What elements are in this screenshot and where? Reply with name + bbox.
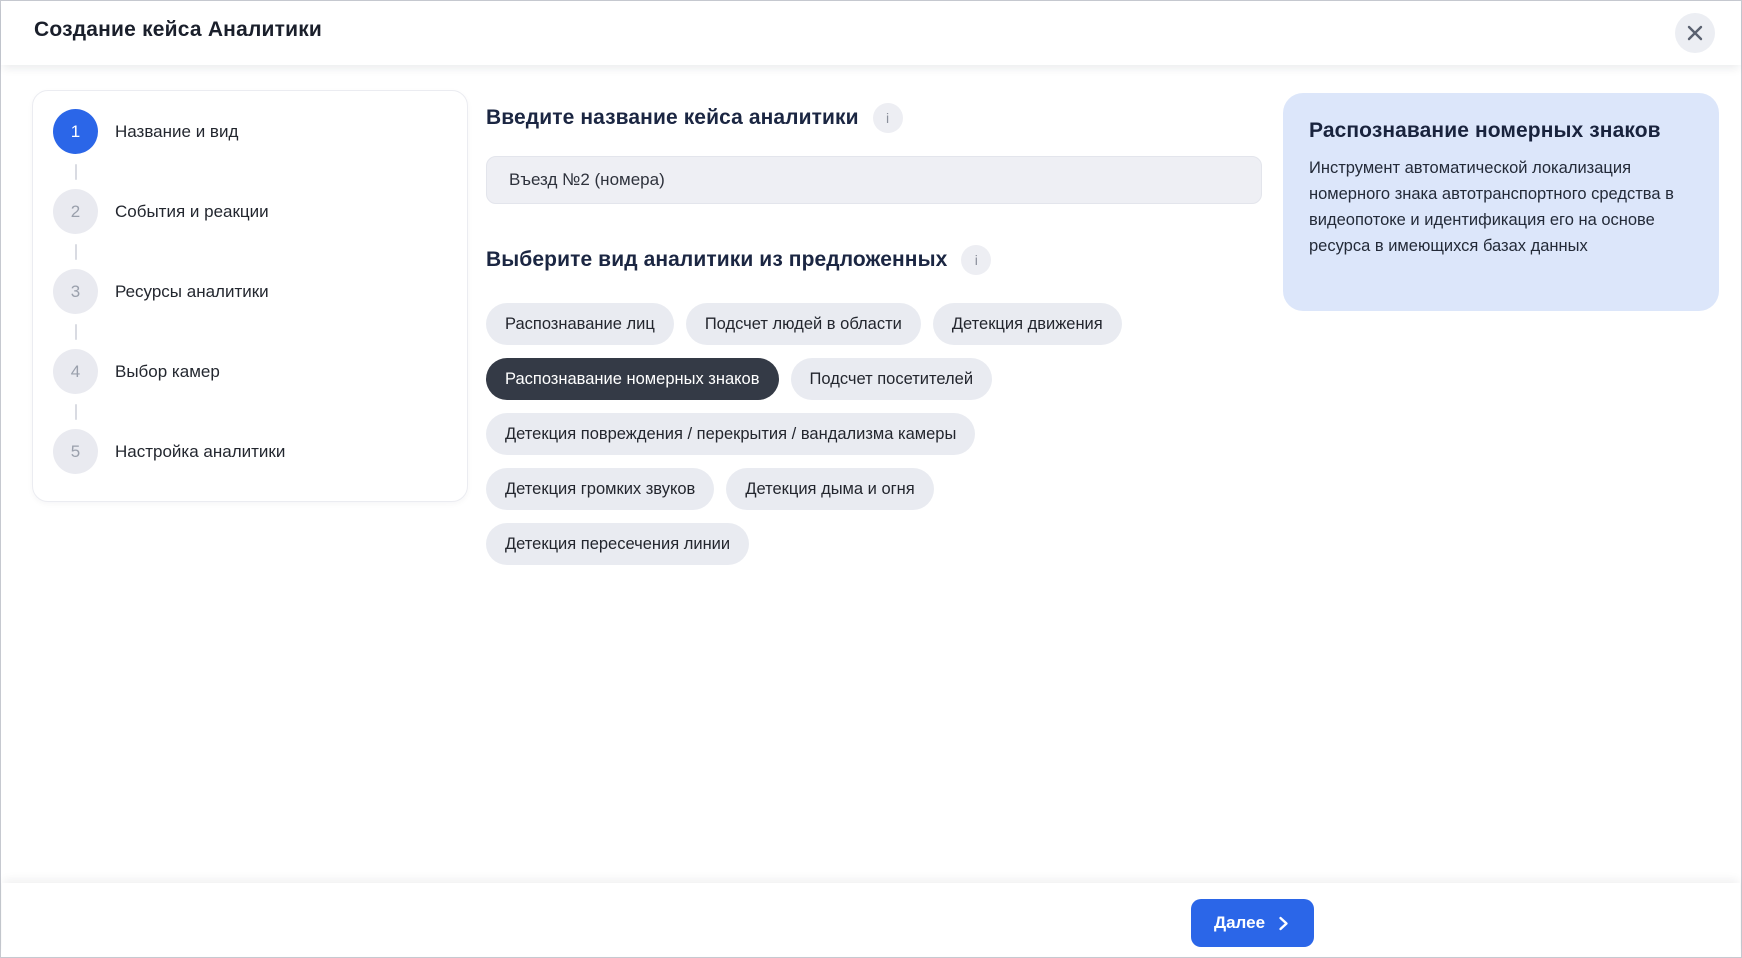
step-label: Выбор камер xyxy=(115,362,220,382)
step-number-badge: 2 xyxy=(53,189,98,234)
step-label: Ресурсы аналитики xyxy=(115,282,269,302)
step-label: Настройка аналитики xyxy=(115,442,285,462)
analytics-type-chip[interactable]: Подсчет людей в области xyxy=(686,303,921,345)
chip-row: Детекция повреждения / перекрытия / ванд… xyxy=(486,413,1276,455)
chip-row: Распознавание лиц Подсчет людей в области… xyxy=(486,303,1276,345)
step-label: Название и вид xyxy=(115,122,238,142)
analytics-type-chip[interactable]: Детекция повреждения / перекрытия / ванд… xyxy=(486,413,975,455)
dialog-footer: Далее xyxy=(2,883,1740,956)
type-section-heading: Выберите вид аналитики из предложенных i xyxy=(486,245,991,275)
name-heading-text: Введите название кейса аналитики xyxy=(486,106,859,130)
step-number-badge: 4 xyxy=(53,349,98,394)
chip-row: Распознавание номерных знаков Подсчет пос… xyxy=(486,358,1276,400)
type-heading-text: Выберите вид аналитики из предложенных xyxy=(486,248,947,272)
step-number-badge: 1 xyxy=(53,109,98,154)
analytics-type-chip[interactable]: Детекция дыма и огня xyxy=(726,468,933,510)
create-analytics-case-dialog: Создание кейса Аналитики 1 Название и вид… xyxy=(0,0,1742,958)
analytics-type-chip[interactable]: Детекция движения xyxy=(933,303,1122,345)
name-section-heading: Введите название кейса аналитики i xyxy=(486,103,903,133)
analytics-type-chip[interactable]: Детекция пересечения линии xyxy=(486,523,749,565)
chip-row: Детекция громких звуков Детекция дыма и о… xyxy=(486,468,1276,510)
step-connector-line xyxy=(75,324,77,340)
stepper-step-5[interactable]: 5 Настройка аналитики xyxy=(53,429,467,474)
stepper-step-4[interactable]: 4 Выбор камер xyxy=(53,349,467,394)
analytics-type-chip[interactable]: Детекция громких звуков xyxy=(486,468,714,510)
chevron-right-icon xyxy=(1276,916,1291,931)
step-number-badge: 3 xyxy=(53,269,98,314)
case-name-input[interactable] xyxy=(486,156,1262,204)
analytics-type-chip[interactable]: Распознавание лиц xyxy=(486,303,674,345)
step-connector-line xyxy=(75,164,77,180)
analytics-type-chips: Распознавание лиц Подсчет людей в области… xyxy=(486,303,1276,578)
analytics-info-panel: Распознавание номерных знаков Инструмент… xyxy=(1283,93,1719,311)
analytics-type-chip[interactable]: Подсчет посетителей xyxy=(791,358,993,400)
chip-row: Детекция пересечения линии xyxy=(486,523,1276,565)
next-button[interactable]: Далее xyxy=(1191,899,1314,947)
step-connector-line xyxy=(75,244,77,260)
next-button-label: Далее xyxy=(1214,913,1265,933)
close-icon xyxy=(1686,24,1704,42)
stepper-panel: 1 Название и вид 2 События и реакции 3 Ресурс… xyxy=(32,90,468,502)
step-connector-line xyxy=(75,404,77,420)
info-icon[interactable]: i xyxy=(873,103,903,133)
step-number-badge: 5 xyxy=(53,429,98,474)
info-panel-description: Инструмент автоматической локализация но… xyxy=(1309,155,1693,259)
info-panel-title: Распознавание номерных знаков xyxy=(1309,117,1693,145)
dialog-header: Создание кейса Аналитики xyxy=(1,1,1741,65)
stepper-step-1[interactable]: 1 Название и вид xyxy=(53,109,467,154)
stepper-step-3[interactable]: 3 Ресурсы аналитики xyxy=(53,269,467,314)
info-icon[interactable]: i xyxy=(961,245,991,275)
dialog-title: Создание кейса Аналитики xyxy=(34,18,322,42)
close-button[interactable] xyxy=(1675,13,1715,53)
analytics-type-chip[interactable]: Распознавание номерных знаков xyxy=(486,358,779,400)
stepper-step-2[interactable]: 2 События и реакции xyxy=(53,189,467,234)
step-label: События и реакции xyxy=(115,202,269,222)
